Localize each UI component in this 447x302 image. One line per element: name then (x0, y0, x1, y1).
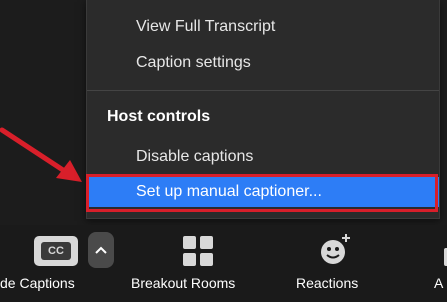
menu-item-label: Disable captions (136, 148, 254, 165)
host-controls-heading: Host controls (107, 108, 211, 125)
red-arrow-annotation-icon (0, 127, 82, 182)
breakout-rooms-label[interactable]: Breakout Rooms (131, 275, 235, 291)
menu-item-disable-captions[interactable]: Disable captions (87, 142, 439, 172)
apps-icon[interactable] (438, 248, 447, 266)
menu-item-label: Set up manual captioner... (136, 183, 322, 200)
menu-item-view-full-transcript[interactable]: View Full Transcript (87, 12, 439, 42)
closed-caption-icon: CC (41, 242, 71, 260)
menu-item-label: View Full Transcript (136, 18, 276, 35)
breakout-rooms-icon[interactable] (182, 235, 214, 267)
menu-item-label: Caption settings (136, 54, 251, 71)
chevron-up-icon (95, 246, 107, 254)
add-reaction-icon[interactable] (317, 232, 353, 268)
closed-caption-button[interactable]: CC (34, 236, 78, 266)
captions-button-label[interactable]: de Captions (0, 275, 75, 291)
menu-item-caption-settings[interactable]: Caption settings (87, 48, 439, 78)
captions-dropdown-menu: View Full Transcript Caption settings Ho… (86, 0, 440, 219)
apps-label[interactable]: A (434, 275, 443, 291)
menu-item-set-up-manual-captioner[interactable]: Set up manual captioner... (87, 177, 439, 207)
menu-divider (87, 90, 439, 91)
reactions-label[interactable]: Reactions (296, 275, 358, 291)
captions-options-caret-button[interactable] (88, 232, 114, 268)
